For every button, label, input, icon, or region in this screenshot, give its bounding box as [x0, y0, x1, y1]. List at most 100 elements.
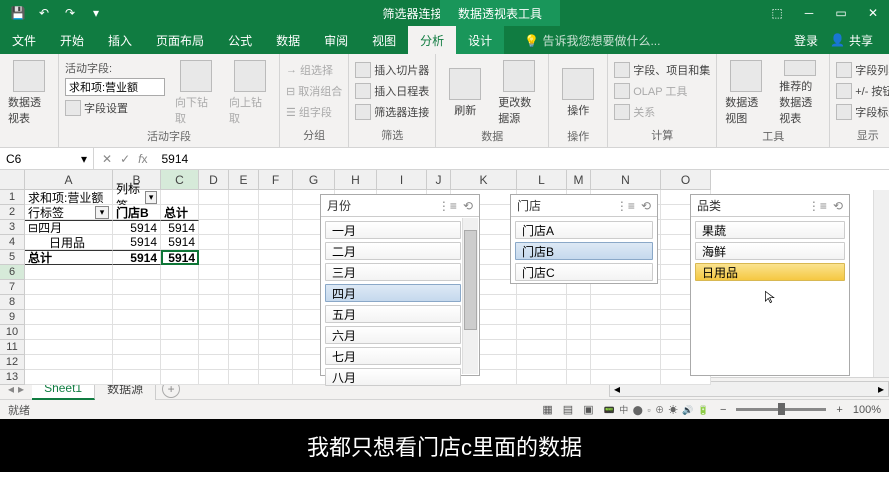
col-header-F[interactable]: F [259, 170, 293, 190]
cell[interactable] [229, 280, 259, 295]
cell-b3[interactable]: 5914 [113, 220, 161, 235]
calc-fields-button[interactable]: 字段、项目和集 [614, 60, 710, 80]
tab-home[interactable]: 开始 [48, 26, 96, 54]
cell[interactable] [199, 280, 229, 295]
row-header-11[interactable]: 11 [0, 340, 25, 355]
col-header-E[interactable]: E [229, 170, 259, 190]
cell[interactable] [259, 280, 293, 295]
cell[interactable] [567, 325, 591, 340]
cell[interactable] [229, 355, 259, 370]
insert-slicer-button[interactable]: 插入切片器 [355, 60, 429, 80]
cell[interactable] [229, 295, 259, 310]
undo-icon[interactable]: ↶ [32, 2, 56, 24]
slicer-item[interactable]: 门店C [515, 263, 653, 281]
qat-more-icon[interactable]: ▾ [84, 2, 108, 24]
slicer-item[interactable]: 三月 [325, 263, 461, 281]
row-header-6[interactable]: 6 [0, 265, 25, 280]
row-header-4[interactable]: 4 [0, 235, 25, 250]
active-field-input[interactable] [65, 78, 165, 96]
cell[interactable] [591, 355, 661, 370]
cell-c3[interactable]: 5914 [161, 220, 199, 235]
cell[interactable] [567, 340, 591, 355]
select-all-corner[interactable] [0, 170, 25, 190]
login-link[interactable]: 登录 [794, 32, 818, 49]
cell[interactable] [229, 250, 259, 265]
close-icon[interactable]: ✕ [857, 0, 889, 26]
cell[interactable] [259, 265, 293, 280]
cell[interactable] [229, 340, 259, 355]
row-header-2[interactable]: 2 [0, 205, 25, 220]
cell[interactable] [199, 295, 229, 310]
cell[interactable] [259, 340, 293, 355]
cell[interactable] [25, 310, 113, 325]
cell[interactable] [517, 310, 567, 325]
cell[interactable] [161, 280, 199, 295]
cell[interactable] [229, 205, 259, 220]
clear-filter-icon[interactable]: ⟲ [641, 199, 651, 213]
recommended-pivot-button[interactable]: 推荐的数据透视表 [775, 58, 825, 128]
save-icon[interactable]: 💾 [6, 2, 30, 24]
clear-filter-icon[interactable]: ⟲ [463, 199, 473, 213]
tab-insert[interactable]: 插入 [96, 26, 144, 54]
row-header-1[interactable]: 1 [0, 190, 25, 205]
cell-a5[interactable]: 总计 [25, 250, 113, 265]
insert-timeline-button[interactable]: 插入日程表 [355, 81, 429, 101]
worksheet-grid[interactable]: ABCDEFGHIJKLMNO 12345678910111213 求和项:营业… [0, 170, 889, 377]
clear-filter-icon[interactable]: ⟲ [833, 199, 843, 213]
slicer-item[interactable]: 果蔬 [695, 221, 845, 239]
redo-icon[interactable]: ↷ [58, 2, 82, 24]
view-normal-icon[interactable]: ▦ [542, 403, 552, 416]
col-header-H[interactable]: H [335, 170, 377, 190]
cell[interactable] [591, 340, 661, 355]
confirm-formula-icon[interactable]: ✓ [120, 152, 130, 166]
slicer-item[interactable]: 五月 [325, 305, 461, 323]
cell[interactable] [259, 205, 293, 220]
cell[interactable] [199, 265, 229, 280]
col-header-C[interactable]: C [161, 170, 199, 190]
cell[interactable] [591, 370, 661, 385]
row-header-3[interactable]: 3 [0, 220, 25, 235]
zoom-slider[interactable] [736, 408, 826, 411]
slicer-category[interactable]: 品类 ⋮≡⟲ 果蔬 海鲜 日用品 [690, 194, 850, 376]
cell[interactable] [259, 220, 293, 235]
cell[interactable] [517, 370, 567, 385]
change-source-button[interactable]: 更改数据源 [494, 58, 544, 128]
cell[interactable] [113, 280, 161, 295]
cell[interactable] [229, 220, 259, 235]
row-header-8[interactable]: 8 [0, 295, 25, 310]
zoom-out-icon[interactable]: − [720, 404, 726, 416]
cell[interactable] [25, 265, 113, 280]
row-header-9[interactable]: 9 [0, 310, 25, 325]
tab-analyze[interactable]: 分析 [408, 26, 456, 54]
cell[interactable] [199, 325, 229, 340]
cell[interactable] [199, 190, 229, 205]
tab-review[interactable]: 审阅 [312, 26, 360, 54]
slicer-item[interactable]: 门店B [515, 242, 653, 260]
view-break-icon[interactable]: ▣ [583, 403, 593, 416]
cell[interactable] [161, 340, 199, 355]
col-header-I[interactable]: I [377, 170, 427, 190]
cell[interactable] [161, 325, 199, 340]
cell[interactable] [25, 325, 113, 340]
field-list-button[interactable]: 字段列表 [836, 60, 889, 80]
cell[interactable] [259, 310, 293, 325]
cell[interactable] [259, 325, 293, 340]
cell[interactable] [113, 355, 161, 370]
cell[interactable] [161, 370, 199, 385]
cell-b4[interactable]: 5914 [113, 235, 161, 250]
tab-layout[interactable]: 页面布局 [144, 26, 216, 54]
cell[interactable] [113, 370, 161, 385]
row-header-13[interactable]: 13 [0, 370, 25, 385]
slicer-item[interactable]: 四月 [325, 284, 461, 302]
cell[interactable] [517, 295, 567, 310]
cell[interactable] [567, 370, 591, 385]
cell[interactable] [229, 370, 259, 385]
cell[interactable] [161, 295, 199, 310]
slicer-month[interactable]: 月份 ⋮≡⟲ 一月 二月 三月 四月 五月 六月 七月 八月 [320, 194, 480, 376]
cell[interactable] [199, 250, 229, 265]
zoom-in-icon[interactable]: + [836, 404, 842, 416]
slicer-item[interactable]: 八月 [325, 368, 461, 386]
cell[interactable] [229, 310, 259, 325]
multi-select-icon[interactable]: ⋮≡ [616, 199, 635, 213]
slicer-item[interactable]: 海鲜 [695, 242, 845, 260]
